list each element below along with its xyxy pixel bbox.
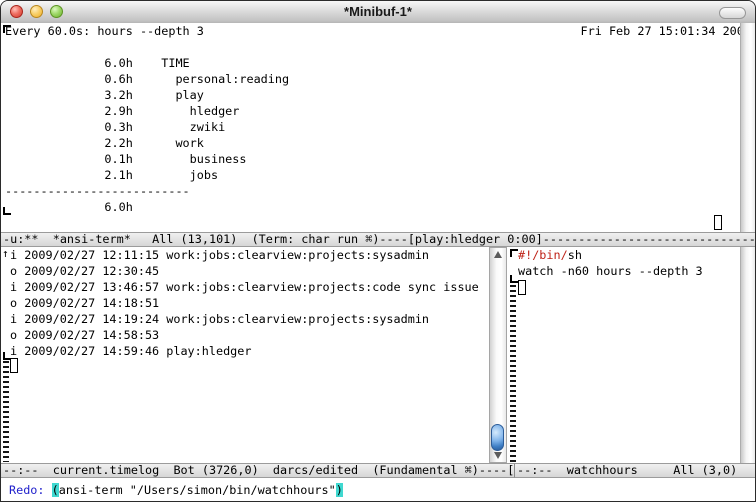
- scroll-up-icon: [494, 251, 502, 258]
- toolbar-toggle-button[interactable]: [719, 7, 746, 19]
- close-paren-highlight: ): [336, 483, 343, 497]
- scroll-down-icon: [494, 452, 502, 459]
- empty-lines-indicator: [3, 361, 9, 462]
- script-scrollbar-track[interactable]: [740, 247, 756, 463]
- report-line: 0.1h business: [5, 152, 246, 167]
- timelog-cursor: [10, 358, 18, 373]
- terminal-window[interactable]: Every 60.0s: hours --depth 3 Fri Feb 27 …: [1, 23, 755, 232]
- timelog-entry: o 2009/02/27 14:58:53: [10, 328, 159, 343]
- timelog-mode-line[interactable]: --:-- current.timelog Bot (3726,0) darcs…: [1, 463, 514, 478]
- empty-lines-indicator: [510, 285, 516, 462]
- buffer-bottom-corner-icon: [3, 207, 11, 215]
- title-bar[interactable]: *Minibuf-1*: [1, 1, 755, 24]
- script-mode-line[interactable]: --:-- watchhours All (3,0): [514, 463, 756, 478]
- shebang-interpreter: sh: [568, 248, 582, 262]
- script-window[interactable]: #!/bin/sh watch -n60 hours --depth 3: [510, 247, 755, 463]
- window-title: *Minibuf-1*: [1, 1, 755, 23]
- shebang-comment: #!/bin/: [518, 248, 568, 262]
- open-paren-highlight: (: [52, 483, 59, 497]
- buffer-continues-up-icon: ↑: [2, 248, 9, 259]
- shebang-line: #!/bin/sh: [518, 248, 582, 263]
- report-line: 3.2h play: [5, 88, 204, 103]
- timelog-entry: i 2009/02/27 13:46:57 work:jobs:clearvie…: [10, 280, 479, 295]
- terminal-cursor: [714, 215, 722, 230]
- scroll-down-button[interactable]: [490, 449, 506, 462]
- report-line: 2.2h work: [5, 136, 204, 151]
- timelog-entry: o 2009/02/27 12:30:45: [10, 264, 159, 279]
- report-line: 2.1h jobs: [5, 168, 218, 183]
- buffer-bottom-corner-icon: [510, 275, 518, 283]
- script-cursor: [518, 280, 526, 295]
- emacs-frame: *Minibuf-1* Every 60.0s: hours --depth 3…: [0, 0, 756, 502]
- minibuffer-line: Redo: (ansi-term "/Users/simon/bin/watch…: [9, 483, 343, 498]
- report-divider-line: --------------------------: [5, 184, 190, 199]
- timelog-entry: i 2009/02/27 14:19:24 work:jobs:clearvie…: [10, 312, 429, 327]
- minibuffer-command: ansi-term "/Users/simon/bin/watchhours": [59, 483, 336, 497]
- scroll-up-button[interactable]: [490, 248, 506, 261]
- report-total-line: 6.0h: [5, 200, 133, 215]
- timelog-window[interactable]: ↑ i 2009/02/27 12:11:15 work:jobs:clearv…: [1, 247, 488, 463]
- terminal-scrollbar-track[interactable]: [740, 23, 756, 232]
- script-command-line: watch -n60 hours --depth 3: [518, 264, 703, 279]
- timelog-entry: i 2009/02/27 12:11:15 work:jobs:clearvie…: [10, 248, 429, 263]
- watch-timestamp: Fri Feb 27 15:01:34 2009: [581, 24, 751, 39]
- timelog-entry: i 2009/02/27 14:59:46 play:hledger: [10, 344, 251, 359]
- minibuffer-prompt: Redo:: [9, 483, 52, 497]
- report-line: 6.0h TIME: [5, 56, 190, 71]
- buffer-top-corner-icon: [510, 249, 518, 257]
- minibuffer[interactable]: Redo: (ansi-term "/Users/simon/bin/watch…: [1, 478, 756, 502]
- report-line: 2.9h hledger: [5, 104, 239, 119]
- report-line: 0.3h zwiki: [5, 120, 225, 135]
- terminal-mode-line[interactable]: -u:** *ansi-term* All (13,101) (Term: ch…: [1, 232, 756, 247]
- watch-command-text: Every 60.0s: hours --depth 3: [5, 24, 204, 39]
- timelog-entry: o 2009/02/27 14:18:51: [10, 296, 159, 311]
- scrollbar-thumb[interactable]: [491, 424, 504, 451]
- report-line: 0.6h personal:reading: [5, 72, 289, 87]
- timelog-scrollbar-track[interactable]: [489, 247, 507, 463]
